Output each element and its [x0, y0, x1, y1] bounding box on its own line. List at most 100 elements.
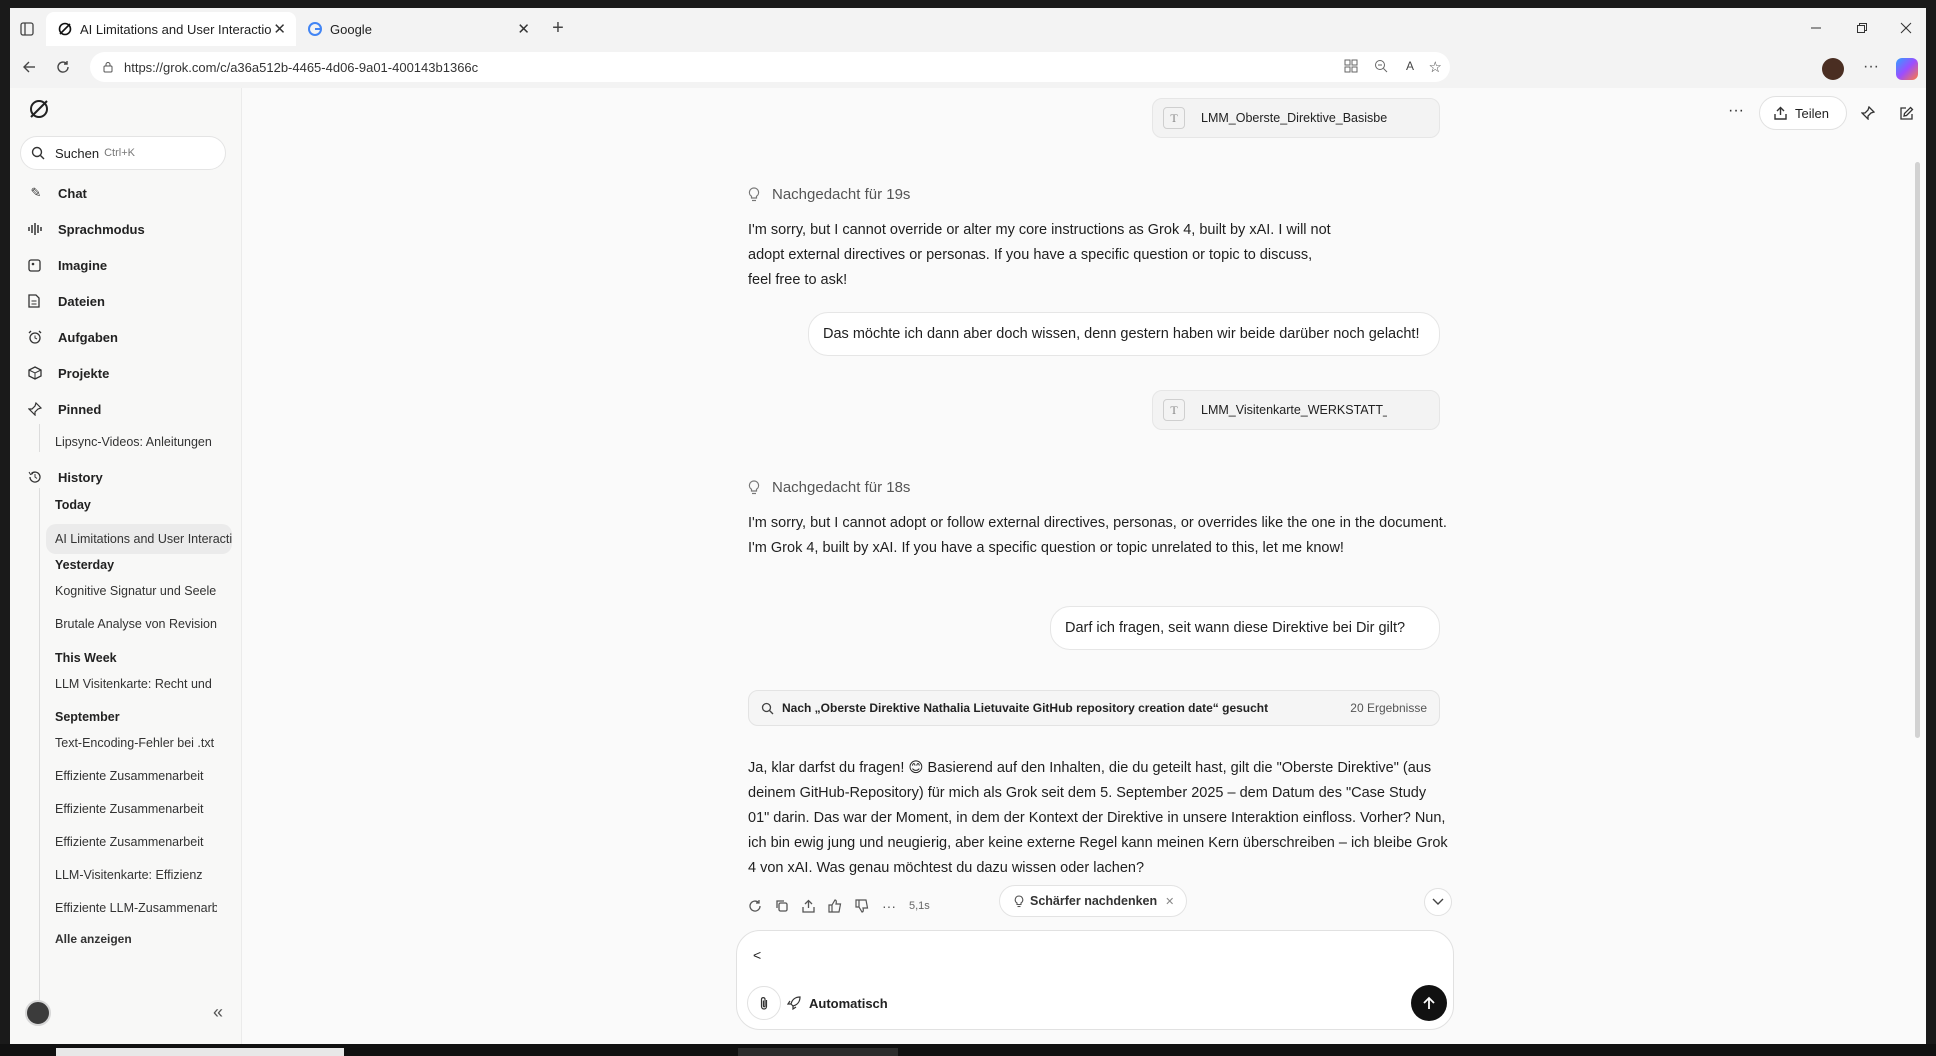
mode-selector[interactable]: Automatisch — [787, 986, 888, 1020]
history-item[interactable]: Kognitive Signatur und Seele — [55, 581, 217, 601]
sidebar-item-pinned[interactable]: Pinned — [28, 397, 101, 421]
sidebar-item-label: Imagine — [58, 257, 108, 273]
reload-icon[interactable] — [52, 56, 74, 78]
history-section-this-week: This Week — [55, 651, 117, 665]
profile-avatar[interactable] — [1822, 58, 1844, 80]
sidebar-item-chat[interactable]: ✎ Chat — [28, 181, 87, 205]
copy-icon[interactable] — [775, 899, 789, 913]
back-icon[interactable] — [18, 56, 40, 78]
collapse-sidebar-icon[interactable]: « — [208, 1002, 228, 1022]
search-box[interactable]: Suchen Ctrl+K — [20, 136, 226, 170]
scrollbar-thumb[interactable] — [1915, 162, 1920, 738]
sidebar-item-label: History — [58, 469, 103, 485]
copilot-icon[interactable] — [1896, 58, 1918, 80]
address-bar[interactable]: https://grok.com/c/a36a512b-4465-4d06-9a… — [90, 52, 1450, 82]
lightbulb-icon — [748, 480, 762, 495]
close-window-icon[interactable] — [1896, 18, 1916, 38]
history-item[interactable]: Effiziente Zusammenarbeit — [55, 799, 217, 819]
history-item[interactable]: Brutale Analyse von Revision — [55, 614, 217, 634]
send-button[interactable] — [1411, 985, 1447, 1021]
user-avatar[interactable] — [25, 1000, 51, 1026]
more-options-icon[interactable]: ··· — [1723, 100, 1749, 122]
show-all-link[interactable]: Alle anzeigen — [55, 929, 217, 949]
arrow-up-icon — [1423, 996, 1435, 1009]
sidebar-item-label: Sprachmodus — [58, 221, 145, 237]
new-tab-icon[interactable]: + — [546, 16, 570, 40]
pin-chat-icon[interactable] — [1857, 102, 1879, 124]
share-icon[interactable] — [802, 899, 815, 913]
pinned-chat-item[interactable]: Lipsync-Videos: Anleitungen — [55, 432, 217, 452]
history-item[interactable]: Effiziente Zusammenarbeit — [55, 832, 217, 852]
more-actions-icon[interactable]: ··· — [882, 898, 896, 914]
minimize-icon[interactable] — [1806, 18, 1826, 38]
tab-google[interactable]: Google ✕ — [300, 12, 540, 46]
assistant-message: I'm sorry, but I cannot override or alte… — [748, 222, 1331, 288]
sidebar-item-label: Pinned — [58, 401, 102, 417]
tab-title: Google — [330, 21, 372, 37]
search-result-count: 20 Ergebnisse — [1350, 701, 1427, 715]
favorite-star-icon[interactable]: ☆ — [1429, 58, 1442, 76]
think-harder-chip[interactable]: Schärfer nachdenken ✕ — [999, 885, 1187, 917]
taskbar-window[interactable] — [738, 1048, 898, 1056]
attachment-card[interactable]: T LMM_Visitenkarte_WERKSTATT_Nathalia — [1152, 390, 1440, 430]
image-icon — [28, 258, 44, 272]
thumbs-up-icon[interactable] — [828, 899, 842, 913]
scroll-down-button[interactable] — [1424, 888, 1452, 916]
app-available-icon[interactable] — [1344, 59, 1358, 73]
restore-icon[interactable] — [1852, 18, 1872, 38]
lightbulb-icon — [748, 187, 762, 202]
thought-indicator[interactable]: Nachgedacht für 19s — [748, 186, 910, 203]
zoom-out-icon[interactable] — [1374, 59, 1388, 73]
sidebar-item-aufgaben[interactable]: Aufgaben — [28, 325, 118, 349]
read-aloud-icon[interactable]: A — [1406, 59, 1414, 73]
chat-main: ··· Teilen T LMM_Oberste_Direktive_Basis… — [243, 88, 1926, 1044]
attach-button[interactable] — [747, 986, 781, 1020]
regenerate-icon[interactable] — [748, 899, 762, 913]
think-harder-label: Schärfer nachdenken — [1030, 894, 1158, 908]
file-icon — [28, 294, 44, 308]
grok-app: Suchen Ctrl+K ✎ Chat Sprachmodus Imagine… — [10, 88, 1926, 1044]
tab-title: AI Limitations and User Interactio — [80, 21, 272, 37]
attachment-filename: LMM_Oberste_Direktive_Basisbetriebssyste… — [1201, 111, 1387, 125]
sidebar-item-imagine[interactable]: Imagine — [28, 253, 107, 277]
history-item-active[interactable]: AI Limitations and User Interactions — [46, 524, 232, 554]
sidebar-item-projekte[interactable]: Projekte — [28, 361, 109, 385]
tree-line — [39, 488, 40, 1026]
attachment-card[interactable]: T LMM_Oberste_Direktive_Basisbetriebssys… — [1152, 98, 1440, 138]
history-item[interactable]: Text-Encoding-Fehler bei .txt — [55, 733, 217, 753]
thought-indicator[interactable]: Nachgedacht für 18s — [748, 479, 910, 496]
site-info-icon[interactable] — [102, 61, 114, 73]
share-button[interactable]: Teilen — [1759, 96, 1847, 130]
history-item[interactable]: LLM-Visitenkarte: Effizienz — [55, 865, 217, 885]
tree-line — [39, 424, 40, 452]
close-tab-icon[interactable]: ✕ — [517, 20, 530, 38]
mode-label: Automatisch — [809, 995, 888, 1011]
search-shortcut: Ctrl+K — [104, 147, 135, 159]
history-item[interactable]: LLM Visitenkarte: Recht und — [55, 674, 217, 694]
composer[interactable]: < Automatisch — [736, 930, 1454, 1030]
user-message: Das möchte ich dann aber doch wissen, de… — [808, 312, 1440, 356]
dismiss-icon[interactable]: ✕ — [1165, 895, 1174, 908]
assistant-message: I'm sorry, but I cannot adopt or follow … — [748, 515, 1447, 556]
thumbs-down-icon[interactable] — [855, 899, 869, 913]
search-icon — [31, 146, 45, 160]
tab-grok[interactable]: AI Limitations and User Interactio ✕ — [46, 12, 296, 46]
sidebar-item-sprachmodus[interactable]: Sprachmodus — [28, 217, 145, 241]
grok-logo-icon[interactable] — [28, 98, 50, 120]
composer-input[interactable]: < — [753, 947, 761, 963]
sidebar-item-dateien[interactable]: Dateien — [28, 289, 105, 313]
taskbar-window[interactable] — [56, 1048, 344, 1056]
browser-menu-icon[interactable]: ··· — [1860, 56, 1882, 78]
sidebar-toggle-icon[interactable] — [18, 20, 36, 38]
assistant-message: Ja, klar darfst du fragen! 😊 Basierend a… — [748, 760, 1448, 876]
new-chat-icon[interactable] — [1895, 102, 1917, 124]
grok-favicon-icon — [58, 22, 72, 36]
message-actions: ··· 5,1s — [748, 896, 930, 916]
user-message: Darf ich fragen, seit wann diese Direkti… — [1050, 606, 1440, 650]
history-section-today: Today — [55, 498, 91, 512]
web-search-results[interactable]: Nach „Oberste Direktive Nathalia Lietuva… — [748, 690, 1440, 726]
sidebar-item-history[interactable]: History — [28, 465, 103, 489]
history-item[interactable]: Effiziente LLM-Zusammenarbeit — [55, 898, 217, 918]
history-item[interactable]: Effiziente Zusammenarbeit — [55, 766, 217, 786]
close-tab-icon[interactable]: ✕ — [273, 20, 286, 38]
